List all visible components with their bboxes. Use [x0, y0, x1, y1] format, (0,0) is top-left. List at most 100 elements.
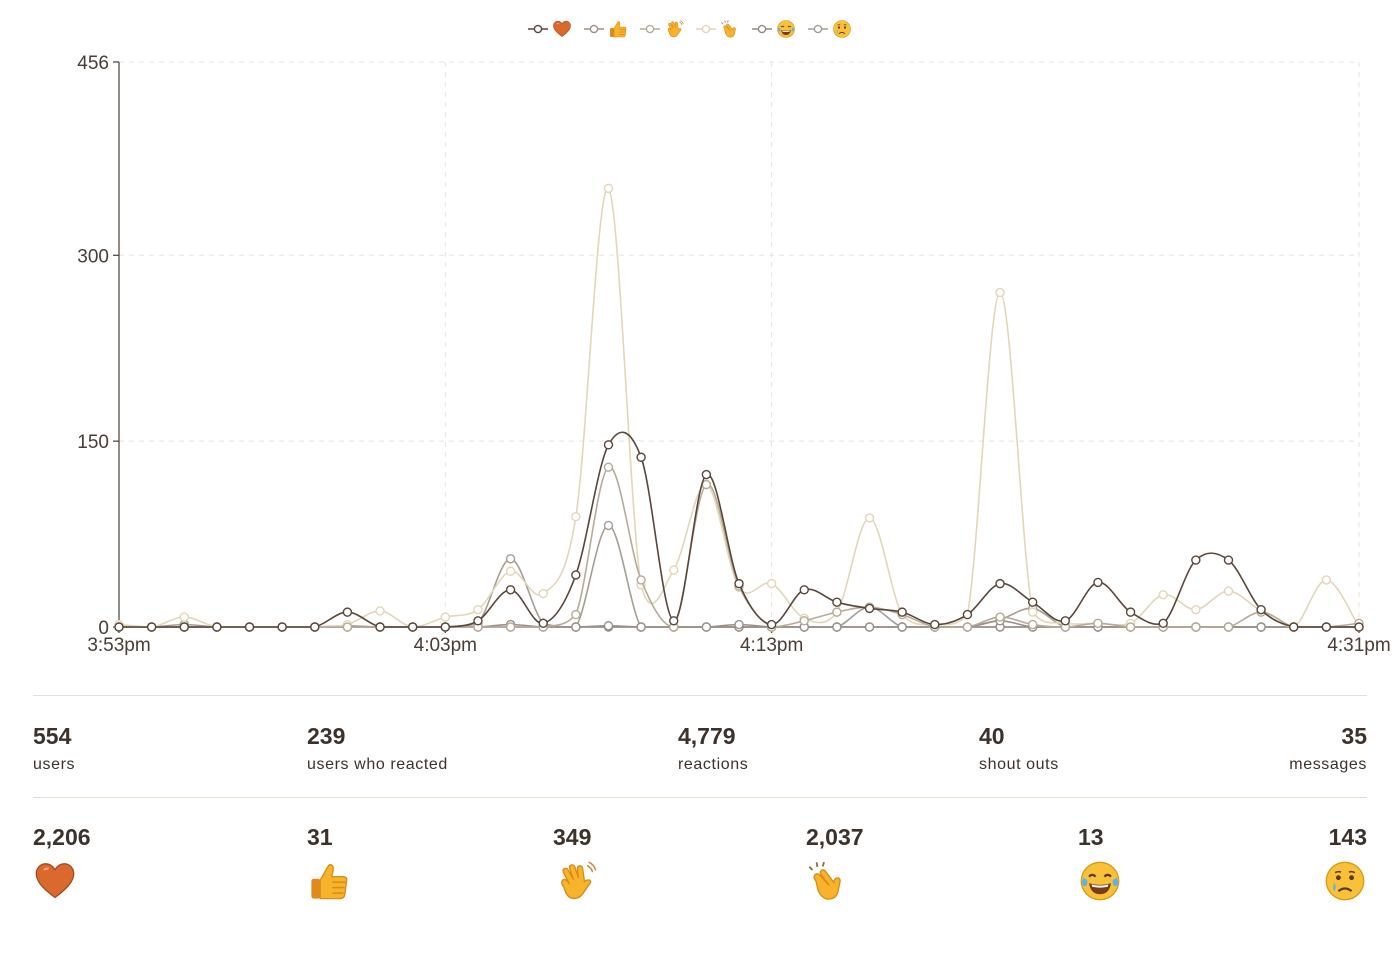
data-point: [1191, 622, 1201, 632]
stat-value: 554: [33, 723, 72, 749]
data-point: [146, 622, 157, 632]
stat-label: shout outs: [979, 756, 1059, 773]
data-point: [1093, 577, 1103, 588]
data-point: [244, 622, 255, 632]
data-point: [571, 570, 581, 580]
data-point: [832, 597, 842, 607]
data-point: [603, 183, 614, 194]
data-point: [375, 606, 385, 616]
chart-area: 0 150 300 456 3:53pm 4:03pm 4:13pm 4:31pm: [0, 0, 1400, 690]
joy-icon: [1078, 859, 1122, 903]
data-point: [1321, 622, 1332, 632]
data-point: [1125, 607, 1136, 617]
cry-icon: [833, 20, 851, 38]
joy-icon: [777, 20, 795, 38]
data-point: [701, 622, 712, 632]
data-point: [832, 622, 842, 632]
data-point: [342, 607, 353, 617]
series-line-wave: [119, 466, 1360, 628]
stat-reactions: 4,779 reactions: [678, 722, 748, 776]
data-point: [1191, 555, 1201, 565]
stat-label: users who reacted: [307, 756, 448, 773]
data-point: [1125, 622, 1136, 632]
data-point: [734, 619, 744, 630]
data-point: [1256, 604, 1266, 615]
stat-messages: 35 messages: [1289, 722, 1367, 776]
series-cry: [114, 520, 1364, 632]
data-point: [1191, 604, 1201, 615]
legend-item-wave: [640, 20, 684, 38]
y-tick-label: 456: [77, 53, 109, 74]
legend: [528, 20, 851, 38]
data-point: [701, 469, 712, 480]
data-point: [1223, 622, 1234, 632]
wave-icon: [553, 859, 597, 903]
series-wave: [114, 462, 1364, 632]
clap-icon: [806, 859, 850, 903]
data-point: [505, 585, 516, 595]
data-point: [505, 554, 516, 564]
stat-value: 4,779: [678, 723, 736, 749]
data-point: [440, 622, 451, 632]
data-point: [669, 616, 679, 626]
data-point: [375, 622, 385, 632]
series-line-clap: [118, 187, 1360, 628]
data-point: [832, 607, 842, 617]
data-point: [1321, 575, 1332, 585]
data-point: [636, 452, 646, 462]
legend-item-cry: [808, 20, 851, 38]
data-point: [179, 622, 189, 632]
stat-label: reactions: [678, 756, 749, 773]
data-point: [962, 609, 973, 620]
data-point: [995, 612, 1005, 622]
data-point: [603, 440, 614, 450]
data-point: [603, 462, 614, 472]
data-point: [1027, 597, 1038, 607]
divider-bottom: [33, 797, 1367, 798]
cry-icon: [1323, 859, 1367, 903]
data-point: [766, 578, 777, 589]
legend-item-clap: [696, 20, 736, 38]
data-point: [930, 619, 940, 630]
reaction-total-heart: 2,206: [33, 823, 91, 903]
reaction-count: 31: [307, 824, 333, 850]
data-point: [407, 622, 418, 632]
data-point: [962, 622, 973, 632]
y-tick-label: 150: [77, 432, 109, 453]
data-point: [864, 603, 875, 614]
series-line-cry: [119, 524, 1359, 628]
stat-value: 35: [1341, 723, 1367, 749]
data-point: [538, 618, 548, 628]
reaction-total-wave: 349: [553, 823, 597, 903]
heart-icon: [33, 859, 77, 903]
series-clap: [114, 183, 1364, 632]
line-chart: 01503004563:53pm 4:03pm 4:13pm 4:31pm: [77, 20, 1391, 656]
reaction-total-cry: 143: [1323, 823, 1367, 903]
legend-item-heart: [528, 20, 571, 37]
reaction-count: 2,037: [806, 824, 864, 850]
reaction-count: 13: [1078, 824, 1104, 850]
data-point: [571, 622, 581, 632]
data-point: [571, 609, 581, 620]
reaction-count: 143: [1328, 824, 1367, 850]
clap-icon: [721, 20, 736, 38]
data-point: [995, 578, 1005, 589]
data-point: [603, 520, 614, 531]
legend-marker: [645, 24, 655, 34]
x-tick-label: 4:03pm: [414, 635, 477, 656]
data-point: [277, 622, 287, 632]
reaction-count: 349: [553, 824, 592, 850]
stat-value: 40: [979, 723, 1005, 749]
data-point: [734, 578, 744, 589]
data-point: [1256, 622, 1266, 632]
data-point: [864, 513, 875, 523]
reaction-total-joy: 13: [1078, 823, 1122, 903]
divider-top: [33, 695, 1367, 696]
stat-users-who-reacted: 239 users who reacted: [307, 722, 448, 776]
thumbs-up-icon: [307, 859, 351, 903]
data-point: [473, 616, 483, 626]
legend-marker: [589, 24, 599, 34]
data-point: [440, 612, 451, 622]
data-point: [212, 622, 222, 632]
data-point: [864, 622, 875, 632]
